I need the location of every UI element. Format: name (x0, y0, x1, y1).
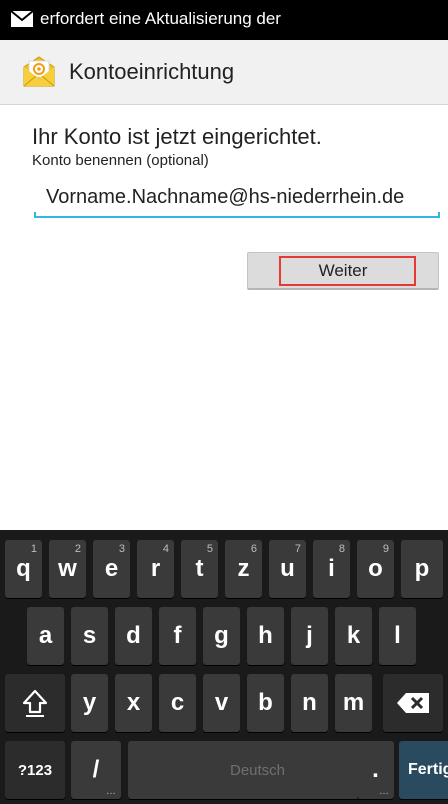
key-y[interactable]: y (71, 674, 108, 732)
key-label: b (258, 689, 273, 716)
key-label: z (237, 555, 250, 582)
key-u[interactable]: u 7 (269, 540, 306, 598)
key-label: w (58, 555, 77, 582)
key-label: x (126, 689, 141, 716)
key-label: m (342, 689, 365, 716)
key-label: q (16, 555, 31, 582)
key-n[interactable]: n (291, 674, 328, 732)
key-w[interactable]: w 2 (49, 540, 86, 598)
key-t[interactable]: t 5 (181, 540, 218, 598)
key-q[interactable]: q 1 (5, 540, 42, 598)
key-label: ?123 (17, 761, 53, 779)
key-k[interactable]: k (335, 607, 372, 665)
key-z[interactable]: z 6 (225, 540, 262, 598)
action-bar: Kontoeinrichtung (0, 40, 448, 105)
app-title: Kontoeinrichtung (69, 59, 235, 84)
key-m[interactable]: m (335, 674, 372, 732)
field-underline (34, 216, 440, 218)
key-label: p (414, 555, 430, 582)
key-label: l (394, 622, 401, 649)
key-more-indicator: … (379, 786, 389, 797)
key-label: d (126, 622, 141, 649)
backspace-key[interactable] (383, 674, 443, 732)
done-key[interactable]: Fertig (399, 741, 448, 799)
key-label: n (302, 689, 317, 716)
key-more-indicator: … (106, 786, 116, 797)
status-bar: erfordert eine Aktualisierung der (0, 0, 448, 40)
space-key[interactable]: Deutsch (128, 741, 387, 799)
key-x[interactable]: x (115, 674, 152, 732)
field-underline-right-tick (438, 212, 440, 218)
status-notification-text: erfordert eine Aktualisierung der (40, 9, 281, 28)
key-label: r (150, 555, 161, 582)
key-b[interactable]: b (247, 674, 284, 732)
next-button-label: Weiter (318, 261, 368, 280)
key-label: v (214, 689, 229, 716)
key-hint: 7 (294, 543, 301, 555)
key-e[interactable]: e 3 (93, 540, 130, 598)
key-period[interactable]: . … (357, 741, 394, 799)
shift-key[interactable] (5, 674, 65, 732)
field-underline-left-tick (34, 212, 36, 218)
key-a[interactable]: a (27, 607, 64, 665)
key-f[interactable]: f (159, 607, 196, 665)
account-name-value: Vorname.Nachname@hs-niederrhein.de (46, 186, 405, 208)
key-label: . (372, 756, 379, 783)
key-label: j (306, 622, 313, 649)
page-heading: Ihr Konto ist jetzt eingerichtet. (32, 124, 322, 149)
key-slash[interactable]: / … (71, 741, 121, 799)
key-label: a (38, 622, 53, 649)
key-label: / (92, 756, 100, 783)
key-label: e (104, 555, 119, 582)
key-i[interactable]: i 8 (313, 540, 350, 598)
shift-icon (22, 689, 48, 717)
key-hint: 1 (30, 543, 37, 555)
key-label: c (170, 689, 185, 716)
key-label: Fertig (408, 761, 448, 778)
key-hint: 8 (338, 543, 345, 555)
account-name-label: Konto benennen (optional) (32, 152, 209, 169)
key-r[interactable]: r 4 (137, 540, 174, 598)
key-hint: 6 (250, 543, 257, 555)
key-hint: 2 (74, 543, 81, 555)
key-h[interactable]: h (247, 607, 284, 665)
account-name-field[interactable]: Vorname.Nachname@hs-niederrhein.de (34, 178, 440, 218)
key-label: g (214, 622, 229, 649)
key-label: y (82, 689, 97, 716)
key-label: i (328, 555, 335, 582)
symbols-key[interactable]: ?123 (5, 741, 65, 799)
key-label: h (258, 622, 273, 649)
key-label: Deutsch (229, 761, 286, 779)
key-j[interactable]: j (291, 607, 328, 665)
next-button[interactable]: Weiter (247, 252, 439, 290)
key-label: f (173, 622, 182, 649)
key-o[interactable]: o 9 (357, 540, 394, 598)
key-hint: 4 (162, 543, 169, 555)
mail-icon (11, 11, 33, 27)
key-hint: 9 (382, 543, 389, 555)
email-app-icon (23, 56, 55, 87)
key-label: o (368, 555, 383, 582)
key-label: k (346, 622, 361, 649)
backspace-icon (397, 693, 429, 713)
key-v[interactable]: v (203, 674, 240, 732)
key-p[interactable]: p (401, 540, 443, 598)
key-l[interactable]: l (379, 607, 416, 665)
key-label: s (82, 622, 97, 649)
key-g[interactable]: g (203, 607, 240, 665)
key-label: t (195, 555, 204, 582)
key-hint: 5 (206, 543, 213, 555)
key-c[interactable]: c (159, 674, 196, 732)
soft-keyboard: q 1 w 2 e 3 r 4 t 5 z 6 u 7 i 8 o 9 p a … (0, 530, 448, 804)
key-d[interactable]: d (115, 607, 152, 665)
key-s[interactable]: s (71, 607, 108, 665)
key-hint: 3 (118, 543, 125, 555)
key-label: u (280, 555, 295, 582)
